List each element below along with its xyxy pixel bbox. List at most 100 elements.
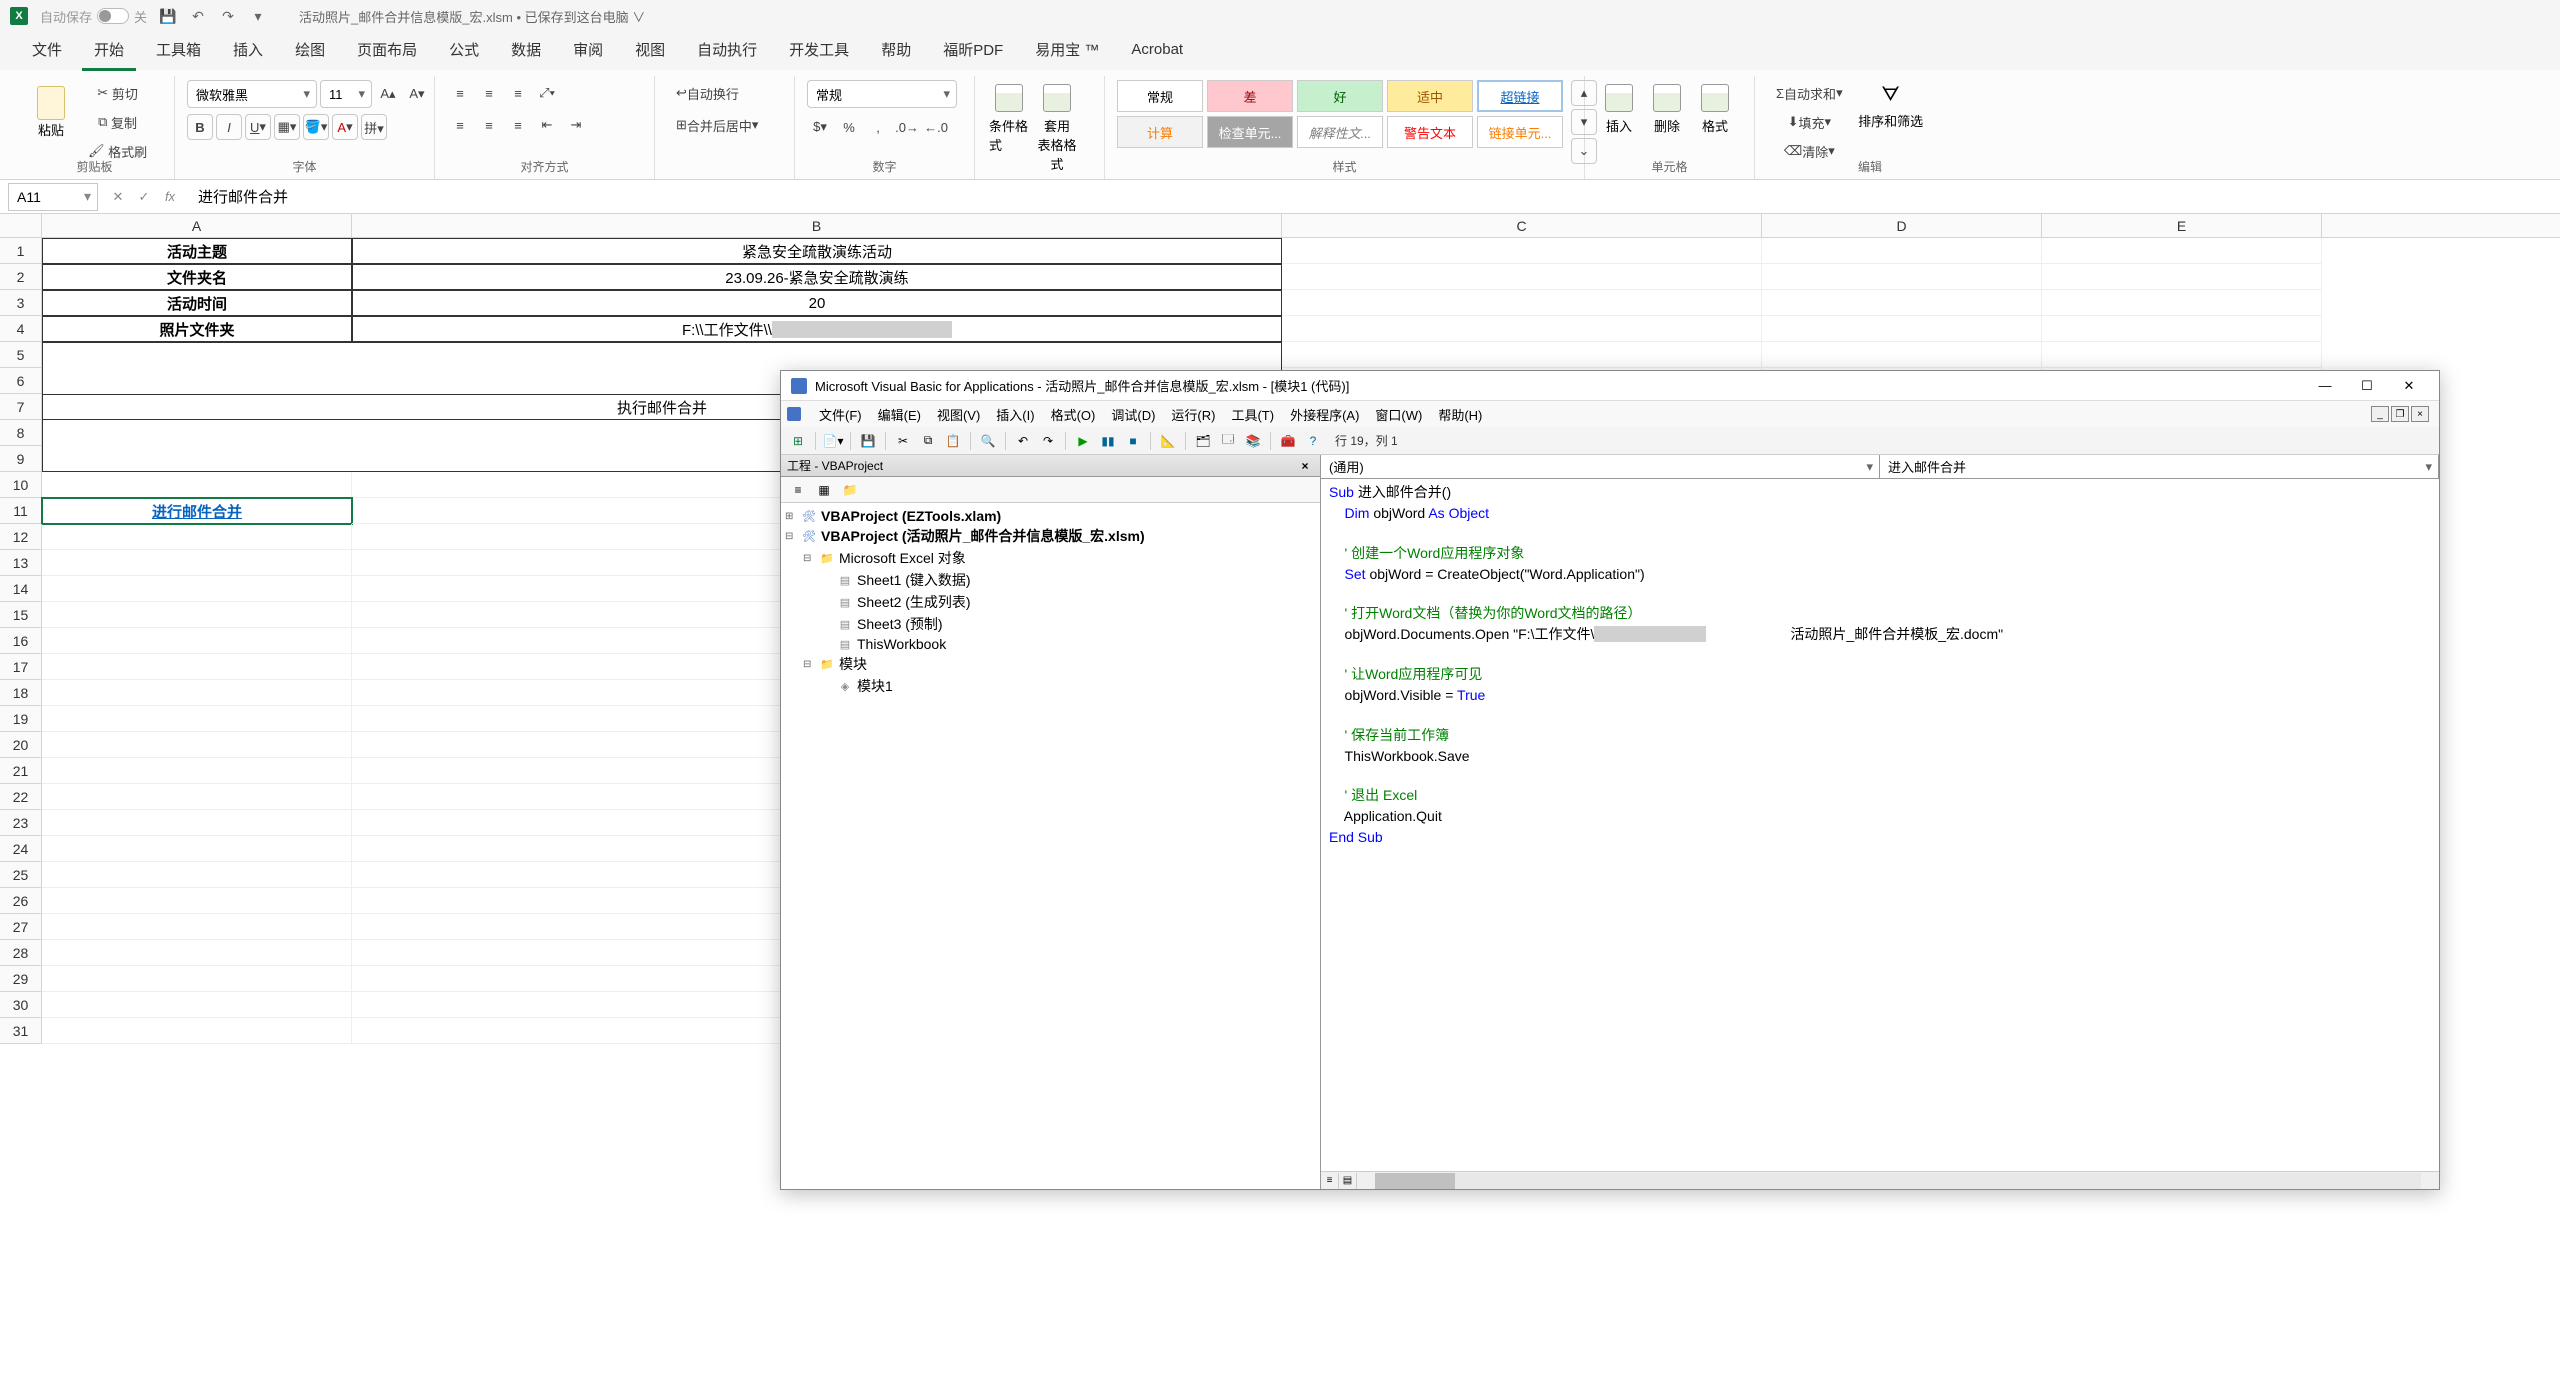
procedure-dropdown[interactable]: 进入邮件合并: [1880, 455, 2439, 478]
cell-A11[interactable]: 进行邮件合并: [42, 498, 352, 524]
project-explorer-icon[interactable]: 🗂: [1192, 430, 1214, 452]
ribbon-tab-13[interactable]: 福昕PDF: [931, 31, 1015, 71]
redo-icon[interactable]: ↷: [219, 7, 237, 25]
row-header-2[interactable]: 2: [0, 264, 42, 290]
cell-B5[interactable]: [352, 342, 1282, 368]
cell-A29[interactable]: [42, 966, 352, 992]
font-size-select[interactable]: 11: [320, 80, 372, 108]
scroll-thumb[interactable]: [1375, 1173, 1455, 1189]
cell-B1[interactable]: 紧急安全疏散演练活动: [352, 238, 1282, 264]
cell-D2[interactable]: [1762, 264, 2042, 290]
cell-D3[interactable]: [1762, 290, 2042, 316]
minimize-button[interactable]: —: [2305, 373, 2345, 399]
reset-icon[interactable]: ■: [1122, 430, 1144, 452]
align-bottom-icon[interactable]: ≡: [505, 80, 531, 106]
design-mode-icon[interactable]: 📐: [1157, 430, 1179, 452]
row-header-21[interactable]: 21: [0, 758, 42, 784]
view-excel-icon[interactable]: ⊞: [787, 430, 809, 452]
maximize-button[interactable]: ☐: [2347, 373, 2387, 399]
cell-A22[interactable]: [42, 784, 352, 810]
ribbon-tab-12[interactable]: 帮助: [869, 31, 923, 71]
cell-A14[interactable]: [42, 576, 352, 602]
object-dropdown[interactable]: (通用): [1321, 455, 1880, 478]
toolbox-icon[interactable]: 🧰: [1277, 430, 1299, 452]
vba-menu-9[interactable]: 窗口(W): [1367, 402, 1430, 427]
insert-module-icon[interactable]: 📄▾: [822, 430, 844, 452]
italic-button[interactable]: I: [216, 114, 242, 140]
row-header-20[interactable]: 20: [0, 732, 42, 758]
row-header-25[interactable]: 25: [0, 862, 42, 888]
cell-A30[interactable]: [42, 992, 352, 1018]
properties-icon[interactable]: 🗔: [1217, 430, 1239, 452]
cell-D4[interactable]: [1762, 316, 2042, 342]
comma-icon[interactable]: ,: [865, 114, 891, 140]
cell-A2[interactable]: 文件夹名: [42, 264, 352, 290]
border-button[interactable]: ▦▾: [274, 114, 300, 140]
cell-C2[interactable]: [1282, 264, 1762, 290]
underline-button[interactable]: U▾: [245, 114, 271, 140]
cell-A31[interactable]: [42, 1018, 352, 1044]
vba-menu-7[interactable]: 工具(T): [1223, 402, 1282, 427]
orientation-icon[interactable]: ⤢▾: [534, 80, 560, 106]
vba-menu-0[interactable]: 文件(F): [811, 402, 870, 427]
cell-A26[interactable]: [42, 888, 352, 914]
code-h-scrollbar[interactable]: ≡ ▤: [1321, 1171, 2439, 1189]
row-header-17[interactable]: 17: [0, 654, 42, 680]
vba-menu-8[interactable]: 外接程序(A): [1282, 402, 1367, 427]
redo-icon[interactable]: ↷: [1037, 430, 1059, 452]
increase-font-icon[interactable]: A▴: [375, 81, 401, 107]
style-gallery[interactable]: 常规 差 好 适中 超链接 计算 检查单元... 解释性文... 警告文本 链接…: [1117, 80, 1563, 148]
mdi-close-icon[interactable]: ×: [2411, 406, 2429, 422]
cell-A16[interactable]: [42, 628, 352, 654]
ribbon-tab-9[interactable]: 视图: [623, 31, 677, 71]
column-header-D[interactable]: D: [1762, 214, 2042, 237]
cut-button[interactable]: ✂ 剪切: [79, 80, 156, 106]
qat-more-icon[interactable]: ▾: [249, 7, 267, 25]
row-header-4[interactable]: 4: [0, 316, 42, 342]
paste-button[interactable]: 粘贴: [27, 80, 75, 144]
currency-icon[interactable]: $▾: [807, 114, 833, 140]
row-header-30[interactable]: 30: [0, 992, 42, 1018]
conditional-format-button[interactable]: 条件格式: [987, 80, 1031, 158]
style-check[interactable]: 检查单元...: [1207, 116, 1293, 148]
copy-button[interactable]: ⧉ 复制: [79, 109, 156, 135]
align-right-icon[interactable]: ≡: [505, 112, 531, 138]
cell-A13[interactable]: [42, 550, 352, 576]
help-icon[interactable]: ?: [1302, 430, 1324, 452]
percent-icon[interactable]: %: [836, 114, 862, 140]
font-color-button[interactable]: A▾: [332, 114, 358, 140]
cell-E4[interactable]: [2042, 316, 2322, 342]
cell-A5[interactable]: [42, 342, 352, 368]
cut-icon[interactable]: ✂: [892, 430, 914, 452]
ribbon-tab-15[interactable]: Acrobat: [1119, 33, 1195, 69]
close-pane-icon[interactable]: ×: [1296, 457, 1314, 475]
row-header-6[interactable]: 6: [0, 368, 42, 394]
autosave-toggle[interactable]: 自动保存 关: [40, 7, 147, 26]
align-top-icon[interactable]: ≡: [447, 80, 473, 106]
row-header-18[interactable]: 18: [0, 680, 42, 706]
row-header-24[interactable]: 24: [0, 836, 42, 862]
row-header-14[interactable]: 14: [0, 576, 42, 602]
cell-A20[interactable]: [42, 732, 352, 758]
vba-menu-1[interactable]: 编辑(E): [870, 402, 929, 427]
cancel-formula-icon[interactable]: ✕: [106, 185, 130, 209]
vba-menu-2[interactable]: 视图(V): [929, 402, 988, 427]
name-box[interactable]: A11: [8, 183, 98, 211]
ribbon-tab-2[interactable]: 工具箱: [144, 31, 213, 71]
cell-E3[interactable]: [2042, 290, 2322, 316]
undo-icon[interactable]: ↶: [189, 7, 207, 25]
view-code-icon[interactable]: ≡: [787, 479, 809, 501]
row-header-29[interactable]: 29: [0, 966, 42, 992]
save-icon[interactable]: 💾: [159, 7, 177, 25]
style-warn[interactable]: 警告文本: [1387, 116, 1473, 148]
row-header-27[interactable]: 27: [0, 914, 42, 940]
cell-A24[interactable]: [42, 836, 352, 862]
vba-menu-3[interactable]: 插入(I): [988, 402, 1042, 427]
ribbon-tab-3[interactable]: 插入: [221, 31, 275, 71]
cell-A4[interactable]: 照片文件夹: [42, 316, 352, 342]
font-family-select[interactable]: 微软雅黑: [187, 80, 317, 108]
cell-A19[interactable]: [42, 706, 352, 732]
cell-A3[interactable]: 活动时间: [42, 290, 352, 316]
run-icon[interactable]: ▶: [1072, 430, 1094, 452]
toggle-pill[interactable]: [97, 8, 129, 24]
